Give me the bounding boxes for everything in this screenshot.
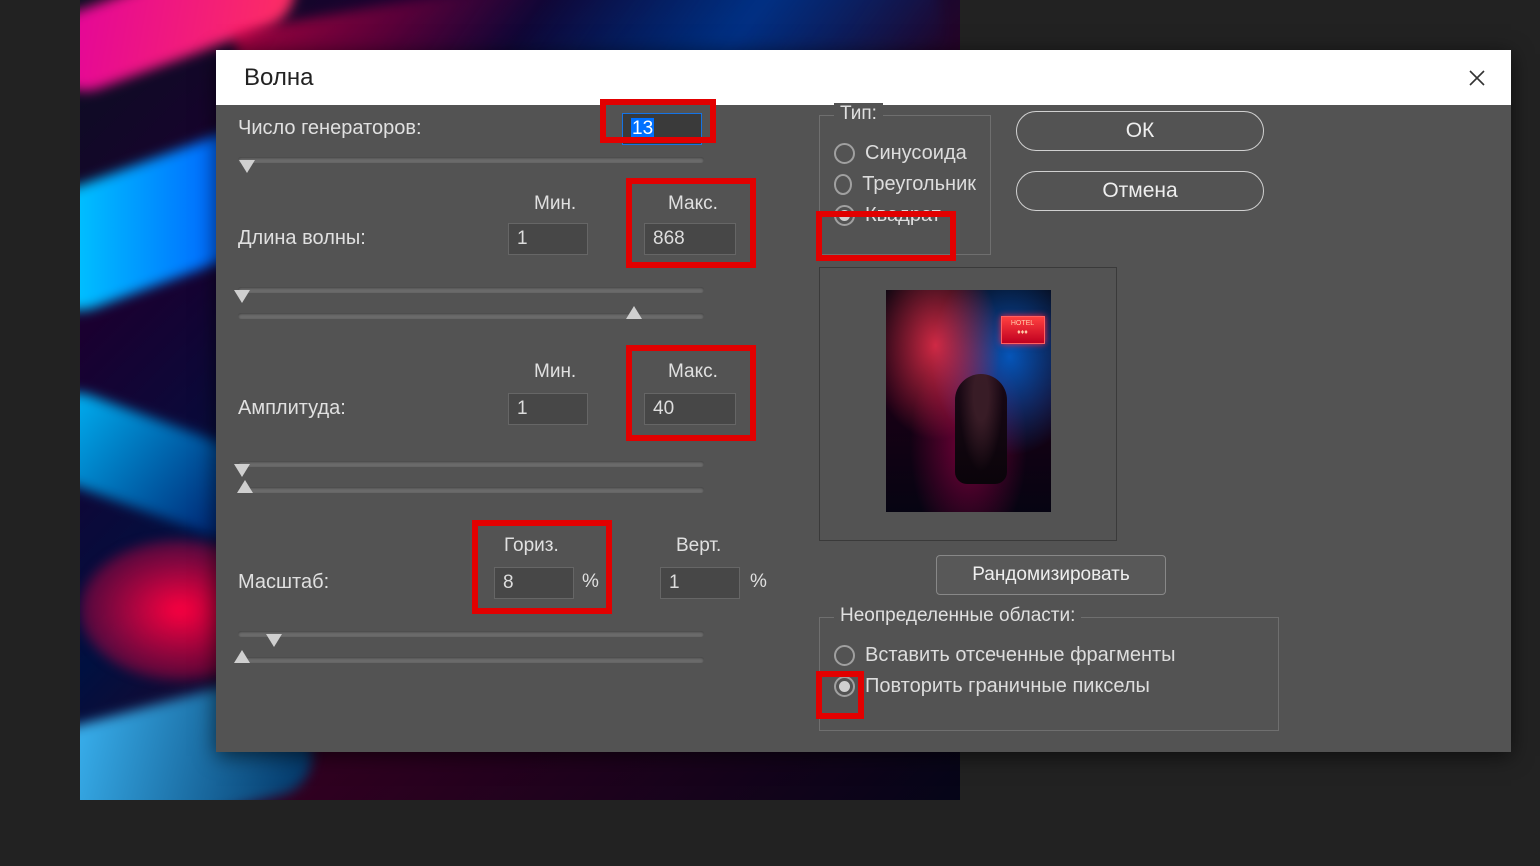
radio-icon — [834, 645, 855, 666]
scale-horiz-input[interactable] — [494, 567, 574, 599]
radio-square[interactable]: Квадрат — [834, 204, 976, 227]
undefined-areas-group: Неопределенные области: Вставить отсечен… — [819, 617, 1279, 731]
scale-horiz-label: Гориз. — [504, 535, 559, 557]
type-legend: Тип: — [834, 103, 883, 125]
preview-thumbnail: HOTEL♦♦♦ — [886, 290, 1051, 512]
percent-symbol: % — [582, 571, 599, 593]
scale-horiz-slider[interactable] — [238, 631, 704, 637]
radio-repeat-label: Повторить граничные пикселы — [865, 675, 1150, 698]
amplitude-min-slider[interactable] — [238, 461, 704, 467]
wavelength-min-label: Мин. — [534, 193, 576, 215]
amplitude-max-input[interactable] — [644, 393, 736, 425]
radio-square-label: Квадрат — [865, 204, 941, 227]
slider-thumb[interactable] — [626, 306, 642, 319]
scale-label: Масштаб: — [238, 571, 329, 594]
amplitude-max-label: Макс. — [668, 361, 718, 383]
ok-button[interactable]: ОК — [1016, 111, 1264, 151]
slider-thumb[interactable] — [237, 480, 253, 493]
radio-triangle-label: Треугольник — [862, 173, 976, 196]
scale-vert-label: Верт. — [676, 535, 721, 557]
amplitude-min-label: Мин. — [534, 361, 576, 383]
wavelength-max-input[interactable] — [644, 223, 736, 255]
type-group: Тип: Синусоида Треугольник Квадрат — [819, 115, 991, 255]
dialog-title: Волна — [244, 64, 313, 92]
radio-icon — [834, 174, 852, 195]
scale-vert-input[interactable] — [660, 567, 740, 599]
radio-wrap[interactable]: Вставить отсеченные фрагменты — [834, 644, 1264, 667]
percent-symbol: % — [750, 571, 767, 593]
slider-thumb[interactable] — [266, 634, 282, 647]
wavelength-min-input[interactable] — [508, 223, 588, 255]
dialog-titlebar[interactable]: Волна — [216, 50, 1511, 105]
neon-sign-icon: HOTEL♦♦♦ — [1001, 316, 1045, 344]
wavelength-max-slider[interactable] — [238, 313, 704, 319]
wavelength-label: Длина волны: — [238, 227, 366, 250]
randomize-button[interactable]: Рандомизировать — [936, 555, 1166, 595]
generators-label: Число генераторов: — [238, 117, 422, 140]
generators-input[interactable]: 13 — [622, 113, 702, 145]
slider-thumb[interactable] — [234, 290, 250, 303]
radio-repeat[interactable]: Повторить граничные пикселы — [834, 675, 1264, 698]
generators-slider[interactable] — [238, 157, 704, 163]
cancel-button[interactable]: Отмена — [1016, 171, 1264, 211]
radio-icon — [834, 143, 855, 164]
amplitude-max-slider[interactable] — [238, 487, 704, 493]
figure-silhouette — [955, 374, 1007, 484]
radio-icon — [834, 205, 855, 226]
radio-wrap-label: Вставить отсеченные фрагменты — [865, 644, 1176, 667]
slider-thumb[interactable] — [234, 650, 250, 663]
amplitude-min-input[interactable] — [508, 393, 588, 425]
wave-dialog: Волна Число генераторов: 13 Мин. Макс. Д… — [216, 50, 1511, 752]
scale-vert-slider[interactable] — [238, 657, 704, 663]
wavelength-max-label: Макс. — [668, 193, 718, 215]
undefined-areas-legend: Неопределенные области: — [834, 605, 1081, 627]
slider-thumb[interactable] — [239, 160, 255, 173]
close-icon[interactable] — [1465, 66, 1489, 90]
slider-thumb[interactable] — [234, 464, 250, 477]
radio-sine[interactable]: Синусоида — [834, 142, 976, 165]
radio-triangle[interactable]: Треугольник — [834, 173, 976, 196]
preview-area: HOTEL♦♦♦ — [819, 267, 1117, 541]
radio-sine-label: Синусоида — [865, 142, 967, 165]
radio-icon — [834, 676, 855, 697]
wavelength-min-slider[interactable] — [238, 287, 704, 293]
amplitude-label: Амплитуда: — [238, 397, 346, 420]
